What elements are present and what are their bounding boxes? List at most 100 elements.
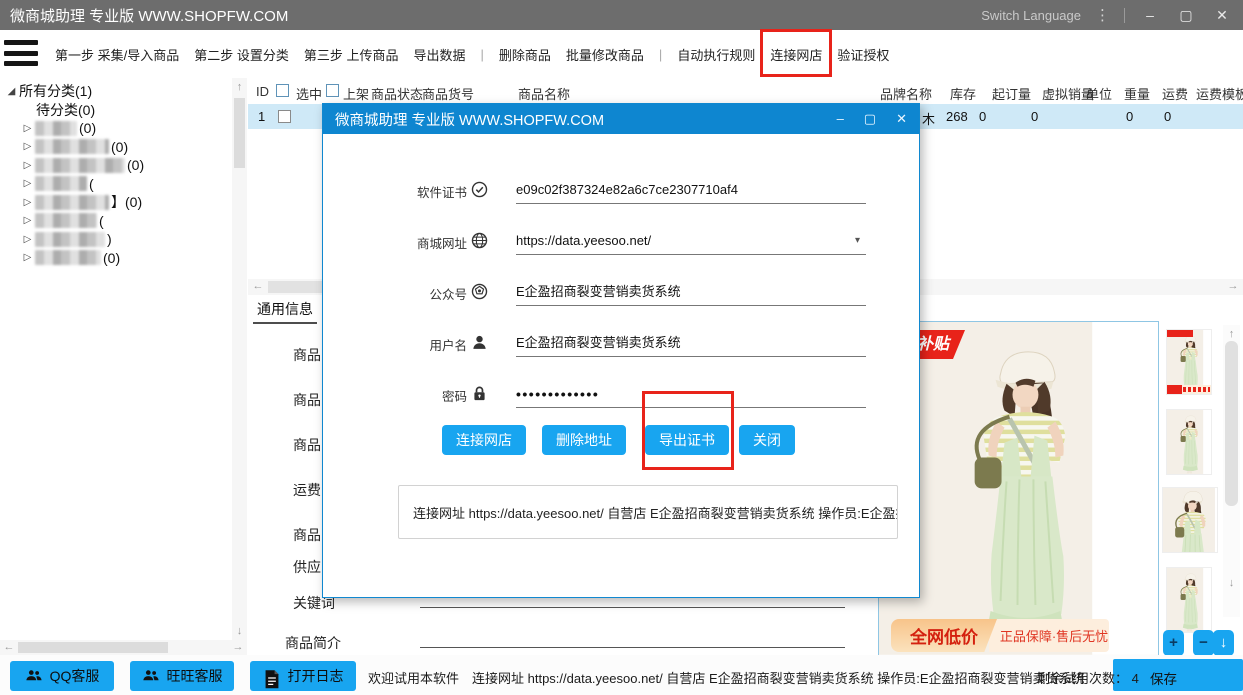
censored-label <box>35 158 125 173</box>
tree-item[interactable]: 待分类(0) <box>0 101 232 120</box>
statusbar-button[interactable]: QQ客服 <box>10 661 114 691</box>
dialog-field-input[interactable]: e09c02f387324e82a6c7ce2307710af4 <box>516 178 866 204</box>
toolbar-item[interactable]: 第一步 采集/导入商品 <box>55 45 179 64</box>
scroll-up-icon[interactable]: ↑ <box>1223 328 1240 340</box>
price-banner: 全网低价 正品保障·售后无忧 <box>891 619 1109 652</box>
scroll-up-icon[interactable]: ↑ <box>232 81 247 93</box>
scroll-right-icon[interactable]: → <box>1226 280 1240 292</box>
toolbar-item[interactable]: 导出数据 <box>413 45 465 64</box>
header-checkbox[interactable] <box>326 84 339 97</box>
tree-item[interactable]: ▷】(0) <box>0 193 232 212</box>
thumbnail[interactable] <box>1166 567 1212 633</box>
scroll-right-icon[interactable]: → <box>231 641 245 653</box>
scroll-left-icon[interactable]: ← <box>2 641 16 653</box>
save-button-label: 保存 <box>1150 668 1177 688</box>
log-file-icon <box>263 669 281 683</box>
thumbnail-plus-button[interactable]: + <box>1163 630 1184 656</box>
dialog-minimize-button[interactable]: – <box>837 111 844 127</box>
chevron-down-icon[interactable]: ▾ <box>855 235 860 246</box>
keyword-input-line[interactable] <box>420 607 845 608</box>
statusbar-button[interactable]: 打开日志 <box>250 661 356 691</box>
toolbar-item[interactable]: 连接网店 <box>770 45 822 64</box>
dialog-close-button[interactable]: ✕ <box>896 111 907 127</box>
tree-item[interactable]: ▷(0) <box>0 249 232 268</box>
tree-item[interactable]: ▷ (0) <box>0 156 232 175</box>
dialog-button[interactable]: 导出证书 <box>645 425 729 455</box>
globe-icon <box>471 232 488 249</box>
description-input-line[interactable] <box>420 647 845 648</box>
tree-horizontal-scrollbar[interactable]: ← → <box>0 640 247 655</box>
thumbnail-down-button[interactable]: ↓ <box>1213 630 1234 656</box>
thumbnail[interactable] <box>1166 329 1212 395</box>
main-toolbar: 第一步 采集/导入商品第二步 设置分类第三步 上传商品导出数据 | 删除商品批量修改… <box>0 30 1243 78</box>
toolbar-item[interactable]: 第三步 上传商品 <box>304 45 399 64</box>
tree-item[interactable]: ▷( <box>0 175 232 194</box>
tree-collapsed-icon[interactable]: ▷ <box>20 252 35 263</box>
close-button[interactable]: ✕ <box>1211 7 1233 24</box>
tree-collapsed-icon[interactable]: ▷ <box>20 178 35 189</box>
tree-item[interactable]: ◢所有分类(1) <box>0 82 232 101</box>
tree-item-count: (0) <box>127 157 144 173</box>
scroll-down-icon[interactable]: ↓ <box>232 625 247 637</box>
toolbar-item[interactable]: 第二步 设置分类 <box>194 45 289 64</box>
tree-item[interactable]: ▷(0) <box>0 138 232 157</box>
category-tree: ◢所有分类(1)待分类(0)▷(0)▷(0)▷(0)▷(▷】(0)▷(▷)▷(0… <box>0 78 232 638</box>
dialog-button[interactable]: 关闭 <box>739 425 795 455</box>
form-field-label: 商品 <box>293 390 321 410</box>
row-checkbox[interactable] <box>278 110 291 123</box>
tab-general-info[interactable]: 通用信息 <box>253 297 317 324</box>
tree-vertical-scrollbar[interactable]: ↑ ↓ <box>232 78 247 640</box>
window-titlebar: 微商城助理 专业版 WWW.SHOPFW.COM Switch Language… <box>0 0 1243 30</box>
lowest-price-tag: 全网低价 <box>891 619 997 652</box>
form-field-label: 商品 <box>293 435 321 455</box>
thumbnail-scrollbar[interactable]: ↑ ↓ <box>1223 325 1240 617</box>
more-options-icon[interactable]: ⋮ <box>1095 6 1110 24</box>
form-field-label: 运费 <box>293 480 321 500</box>
censored-label <box>35 139 109 154</box>
cell-value: 268 <box>946 109 968 124</box>
toolbar-item[interactable]: 自动执行规则 <box>677 45 755 64</box>
tree-collapsed-icon[interactable]: ▷ <box>20 141 35 152</box>
censored-label <box>35 195 109 210</box>
menu-icon[interactable] <box>4 37 38 69</box>
tree-collapsed-icon[interactable]: ▷ <box>20 215 35 226</box>
toolbar-separator: | <box>659 47 662 62</box>
censored-label <box>35 121 77 136</box>
thumbnail[interactable] <box>1166 409 1212 475</box>
dialog-button[interactable]: 连接网店 <box>442 425 526 455</box>
tree-collapsed-icon[interactable]: ▷ <box>20 197 35 208</box>
tree-collapsed-icon[interactable]: ▷ <box>20 123 35 134</box>
header-checkbox[interactable] <box>276 84 289 97</box>
censored-label <box>35 176 87 191</box>
dialog-field-label: 公众号 <box>323 284 467 303</box>
thumbnail[interactable] <box>1162 487 1218 553</box>
dialog-maximize-button[interactable]: ▢ <box>864 111 876 127</box>
toolbar-item[interactable]: 批量修改商品 <box>566 45 644 64</box>
tree-item[interactable]: ▷) <box>0 230 232 249</box>
toolbar-item[interactable]: 验证授权 <box>837 45 889 64</box>
people-icon <box>25 669 43 683</box>
switch-language-button[interactable]: Switch Language <box>981 8 1081 23</box>
statusbar-button[interactable]: 旺旺客服 <box>130 661 234 691</box>
maximize-button[interactable]: ▢ <box>1175 7 1197 24</box>
tree-expanded-icon[interactable]: ◢ <box>4 86 19 97</box>
tree-item-label: 待分类(0) <box>36 100 95 120</box>
scroll-down-icon[interactable]: ↓ <box>1223 577 1240 589</box>
tree-item-count: (0) <box>79 120 96 136</box>
dialog-field-input[interactable]: https://data.yeesoo.net/ <box>516 229 866 255</box>
minimize-button[interactable]: – <box>1139 7 1161 23</box>
toolbar-item[interactable]: 删除商品 <box>499 45 551 64</box>
thumbnail-minus-button[interactable]: − <box>1193 630 1214 656</box>
dialog-button[interactable]: 删除地址 <box>542 425 626 455</box>
table-header: ID选中上架商品状态商品货号商品名称品牌名称库存起订量虚拟销量单位重量运费运费模… <box>248 82 1243 104</box>
dialog-field-input[interactable]: E企盈招商裂变营销卖货系统 <box>516 280 866 306</box>
tree-collapsed-icon[interactable]: ▷ <box>20 234 35 245</box>
tree-collapsed-icon[interactable]: ▷ <box>20 160 35 171</box>
dialog-field-input[interactable]: E企盈招商裂变营销卖货系统 <box>516 331 866 357</box>
tree-item[interactable]: ▷ (0) <box>0 119 232 138</box>
dialog-field-input[interactable]: ••••••••••••• <box>516 382 866 408</box>
tree-item-count: ( <box>99 213 104 229</box>
scroll-left-icon[interactable]: ← <box>251 280 265 292</box>
product-preview: 百亿补贴 全网低价 正品保障·售后无忧 <box>878 321 1159 657</box>
tree-item[interactable]: ▷( <box>0 212 232 231</box>
